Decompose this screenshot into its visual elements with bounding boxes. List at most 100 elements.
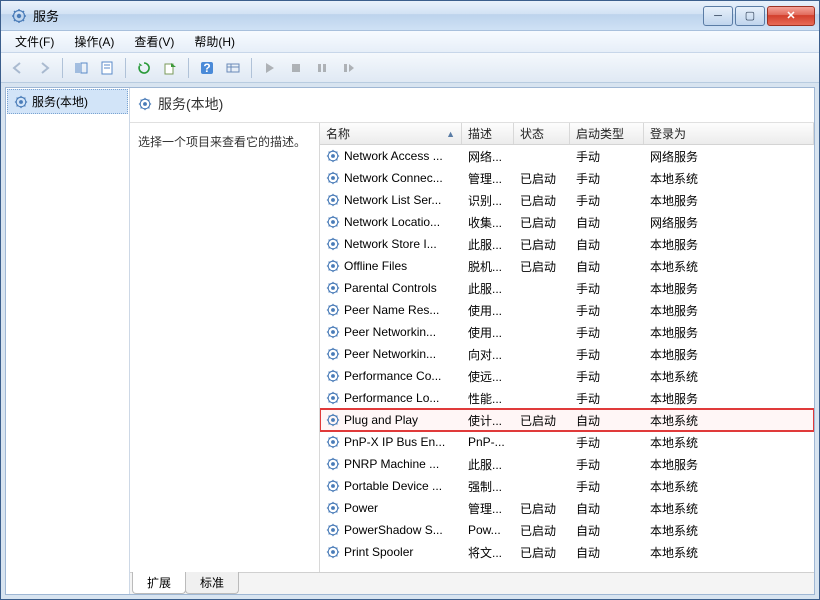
list-view-button[interactable] [222, 57, 244, 79]
service-startup: 自动 [570, 258, 644, 275]
service-icon [326, 413, 340, 427]
toolbar: ? [1, 53, 819, 83]
table-row[interactable]: Network Locatio...收集...已启动自动网络服务 [320, 211, 814, 233]
service-description: 强制... [462, 478, 514, 495]
service-status: 已启动 [514, 412, 570, 429]
service-status: 已启动 [514, 236, 570, 253]
list-rows[interactable]: Network Access ...网络...手动网络服务 Network Con… [320, 145, 814, 572]
menu-help[interactable]: 帮助(H) [184, 31, 245, 52]
table-row[interactable]: PnP-X IP Bus En...PnP-...手动本地系统 [320, 431, 814, 453]
table-row[interactable]: Peer Networkin...使用...手动本地服务 [320, 321, 814, 343]
details-pane: 服务(本地) 选择一个项目来查看它的描述。 名称▲ 描述 状态 启动类型 登录为… [130, 88, 814, 594]
table-row[interactable]: Plug and Play使计...已启动自动本地系统 [320, 409, 814, 431]
start-service-button[interactable] [259, 57, 281, 79]
help-button[interactable]: ? [196, 57, 218, 79]
service-description: 性能... [462, 390, 514, 407]
service-name: Peer Name Res... [344, 303, 439, 317]
service-name: Power [344, 501, 378, 515]
service-logon: 本地服务 [644, 302, 814, 319]
service-description: 将文... [462, 544, 514, 561]
menu-action[interactable]: 操作(A) [64, 31, 124, 52]
column-header-name[interactable]: 名称▲ [320, 123, 462, 144]
refresh-button[interactable] [133, 57, 155, 79]
service-logon: 网络服务 [644, 214, 814, 231]
table-row[interactable]: Power管理...已启动自动本地系统 [320, 497, 814, 519]
tree-node-label: 服务(本地) [32, 93, 88, 110]
app-icon [11, 8, 27, 24]
service-icon [326, 325, 340, 339]
table-row[interactable]: Offline Files脱机...已启动自动本地系统 [320, 255, 814, 277]
titlebar[interactable]: 服务 ─ ▢ ✕ [1, 1, 819, 31]
table-row[interactable]: Portable Device ...强制...手动本地系统 [320, 475, 814, 497]
service-name: Network Connec... [344, 171, 443, 185]
service-description: 此服... [462, 456, 514, 473]
stop-service-button[interactable] [285, 57, 307, 79]
table-row[interactable]: Network Access ...网络...手动网络服务 [320, 145, 814, 167]
service-description: 管理... [462, 170, 514, 187]
tab-extended[interactable]: 扩展 [132, 572, 186, 594]
table-row[interactable]: Peer Name Res...使用...手动本地服务 [320, 299, 814, 321]
service-logon: 本地系统 [644, 500, 814, 517]
table-row[interactable]: Network Store I...此服...已启动自动本地服务 [320, 233, 814, 255]
export-button[interactable] [159, 57, 181, 79]
properties-button[interactable] [96, 57, 118, 79]
table-row[interactable]: PowerShadow S...Pow...已启动自动本地系统 [320, 519, 814, 541]
service-icon [138, 97, 152, 111]
service-icon [326, 545, 340, 559]
service-status: 已启动 [514, 214, 570, 231]
back-button[interactable] [7, 57, 29, 79]
table-row[interactable]: Performance Lo... 性能... 手动本地服务 [320, 387, 814, 409]
window-title: 服务 [33, 6, 703, 25]
table-row[interactable]: Peer Networkin...向对...手动本地服务 [320, 343, 814, 365]
service-icon [326, 369, 340, 383]
service-icon [326, 523, 340, 537]
service-description: 此服... [462, 280, 514, 297]
minimize-button[interactable]: ─ [703, 6, 733, 26]
service-startup: 手动 [570, 346, 644, 363]
services-list: 名称▲ 描述 状态 启动类型 登录为 Network Access ...网络.… [320, 123, 814, 572]
service-icon [326, 479, 340, 493]
view-tabs: 扩展 标准 [130, 572, 814, 594]
table-row[interactable]: Parental Controls此服...手动本地服务 [320, 277, 814, 299]
service-logon: 本地服务 [644, 324, 814, 341]
svg-text:?: ? [203, 61, 210, 75]
tab-standard[interactable]: 标准 [185, 572, 239, 594]
service-description: Pow... [462, 523, 514, 537]
table-row[interactable]: Network Connec...管理...已启动手动本地系统 [320, 167, 814, 189]
forward-button[interactable] [33, 57, 55, 79]
service-description: 管理... [462, 500, 514, 517]
tree-pane[interactable]: 服务(本地) [6, 88, 130, 594]
service-icon [326, 171, 340, 185]
table-row[interactable]: PNRP Machine ...此服...手动本地服务 [320, 453, 814, 475]
description-panel: 选择一个项目来查看它的描述。 [130, 123, 320, 572]
service-logon: 本地系统 [644, 170, 814, 187]
content-area: 服务(本地) 服务(本地) 选择一个项目来查看它的描述。 名称▲ 描述 状态 启… [5, 87, 815, 595]
service-name: Print Spooler [344, 545, 413, 559]
menu-file[interactable]: 文件(F) [5, 31, 64, 52]
maximize-button[interactable]: ▢ [735, 6, 765, 26]
tree-node-services-local[interactable]: 服务(本地) [7, 89, 128, 114]
menu-view[interactable]: 查看(V) [124, 31, 184, 52]
service-startup: 自动 [570, 544, 644, 561]
service-logon: 本地系统 [644, 258, 814, 275]
show-hide-tree-button[interactable] [70, 57, 92, 79]
table-row[interactable]: Performance Co...使远...手动本地系统 [320, 365, 814, 387]
column-header-logon[interactable]: 登录为 [644, 123, 814, 144]
column-header-startup[interactable]: 启动类型 [570, 123, 644, 144]
service-icon [326, 391, 340, 405]
service-name: Peer Networkin... [344, 325, 436, 339]
close-button[interactable]: ✕ [767, 6, 815, 26]
service-name: Performance Lo... [344, 391, 439, 405]
service-name: Plug and Play [344, 413, 418, 427]
table-row[interactable]: Network List Ser...识别...已启动手动本地服务 [320, 189, 814, 211]
table-row[interactable]: Print Spooler将文...已启动自动本地系统 [320, 541, 814, 563]
column-header-description[interactable]: 描述 [462, 123, 514, 144]
restart-service-button[interactable] [337, 57, 359, 79]
service-startup: 手动 [570, 390, 644, 407]
service-logon: 本地服务 [644, 390, 814, 407]
service-name: PowerShadow S... [344, 523, 443, 537]
pause-service-button[interactable] [311, 57, 333, 79]
column-header-status[interactable]: 状态 [514, 123, 570, 144]
service-description: 使用... [462, 302, 514, 319]
service-name: Performance Co... [344, 369, 441, 383]
